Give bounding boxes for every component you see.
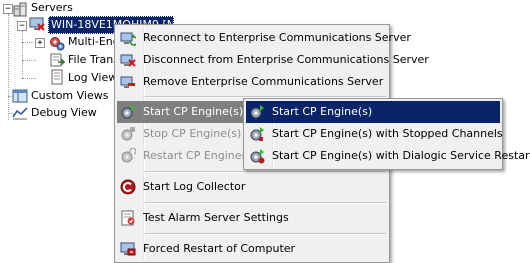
- menu-item-remove-server[interactable]: Remove Enterprise Communications Server: [117, 71, 387, 93]
- disconnect-icon: [120, 54, 136, 67]
- forced-restart-icon: [120, 242, 136, 256]
- stop-engine-icon: [121, 127, 135, 141]
- multi-engine-icon: [50, 37, 65, 51]
- menu-item-label: Start CP Engine(s) with Dialogic Service…: [272, 149, 530, 162]
- menu-item-label: Stop CP Engine(s): [143, 127, 242, 140]
- debug-view-icon: [12, 107, 28, 120]
- tree-node-servers[interactable]: Servers: [31, 0, 73, 17]
- servers-icon: [13, 2, 27, 17]
- menu-item-label: Disconnect from Enterprise Communication…: [143, 53, 429, 66]
- menu-item-label: Restart CP Engine(s): [143, 149, 256, 162]
- log-view-icon: [51, 69, 63, 85]
- menu-item-label: Start CP Engine(s): [272, 105, 373, 118]
- reconnect-icon: [120, 32, 136, 46]
- menu-item-start-log-collector[interactable]: Start Log Collector: [117, 176, 387, 198]
- menu-item-test-alarm-server[interactable]: Test Alarm Server Settings: [117, 207, 387, 229]
- menu-item-label: Remove Enterprise Communications Server: [143, 75, 384, 88]
- menu-item-reconnect[interactable]: Reconnect to Enterprise Communications S…: [117, 27, 411, 49]
- menu-separator: [145, 171, 386, 173]
- tree-node-custom-views[interactable]: Custom Views: [31, 87, 108, 105]
- expand-expander[interactable]: +: [35, 38, 45, 48]
- start-engine-icon: [250, 105, 264, 119]
- tree-node-debug-view[interactable]: Debug View: [31, 104, 97, 122]
- menu-item-label: Test Alarm Server Settings: [143, 211, 289, 224]
- tree-line: [22, 78, 36, 79]
- tree-line: [22, 42, 36, 43]
- start-engine-icon: [121, 105, 135, 119]
- tree-node-log-view[interactable]: Log View: [68, 69, 117, 87]
- tree-line: [22, 60, 36, 61]
- restart-engine-icon: [121, 148, 136, 163]
- menu-separator: [145, 233, 386, 235]
- file-transfer-icon: [50, 53, 65, 67]
- tree-line: [8, 14, 9, 120]
- menu-item-label: Forced Restart of Computer: [143, 242, 296, 255]
- submenu-item-start-cp-engine[interactable]: Start CP Engine(s): [246, 101, 500, 123]
- log-collector-icon: [120, 179, 136, 195]
- menu-item-forced-restart[interactable]: Forced Restart of Computer: [117, 238, 387, 260]
- menu-item-label: Start Log Collector: [143, 180, 246, 193]
- menu-item-disconnect[interactable]: Disconnect from Enterprise Communication…: [117, 49, 429, 71]
- start-engine-stopped-channels-icon: [250, 127, 264, 141]
- mmc-window: − Servers − WIN-18VE1MOHJM9 [Not alive] …: [0, 0, 530, 263]
- submenu-start-cp-engine: Start CP Engine(s) Start CP Engine(s) wi…: [243, 98, 530, 170]
- tree-line: [22, 30, 23, 78]
- remove-server-icon: [120, 76, 135, 88]
- alarm-test-icon: [121, 210, 135, 226]
- menu-item-label: Start CP Engine(s) with Stopped Channels: [272, 127, 503, 140]
- menu-item-label: Reconnect to Enterprise Communications S…: [143, 31, 411, 44]
- collapse-expander[interactable]: −: [17, 21, 27, 31]
- server-computer-icon: [29, 17, 45, 31]
- submenu-item-start-with-stopped-channels[interactable]: Start CP Engine(s) with Stopped Channels: [246, 123, 503, 145]
- menu-separator: [145, 202, 386, 204]
- custom-views-icon: [12, 89, 28, 103]
- menu-item-label: Start CP Engine(s): [143, 105, 244, 118]
- start-engine-dialogic-icon: [250, 149, 265, 164]
- submenu-item-start-with-dialogic-restart[interactable]: Start CP Engine(s) with Dialogic Service…: [246, 145, 530, 167]
